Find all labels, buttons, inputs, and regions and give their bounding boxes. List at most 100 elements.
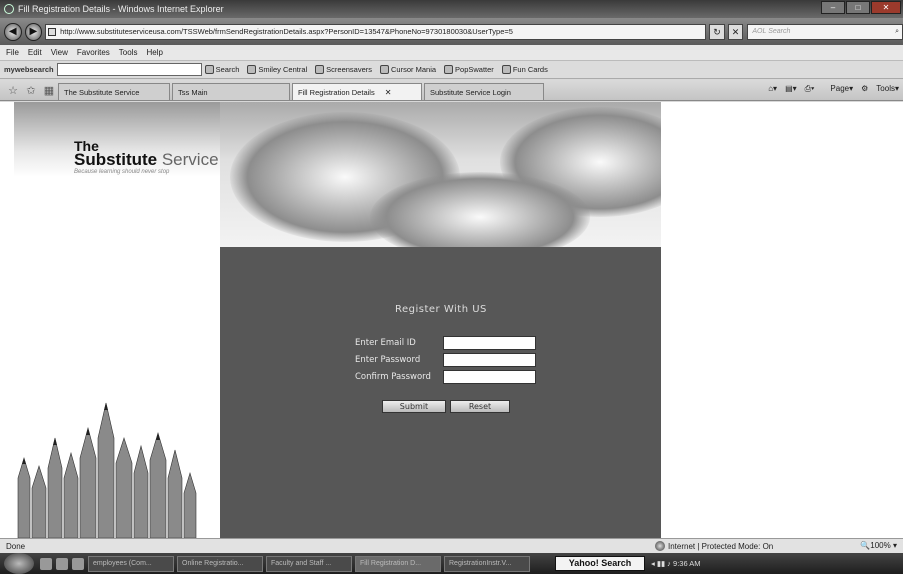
toolbar-fun-cards[interactable]: Fun Cards bbox=[501, 65, 548, 74]
mywebsearch-input[interactable] bbox=[56, 63, 202, 76]
zone-text: Internet | Protected Mode: On bbox=[668, 541, 774, 551]
cursor-icon bbox=[380, 65, 390, 74]
minimize-button[interactable]: – bbox=[821, 1, 845, 14]
start-button[interactable] bbox=[4, 553, 34, 574]
taskbar-item[interactable]: Fill Registration D... bbox=[355, 555, 441, 572]
window-title: Fill Registration Details - Windows Inte… bbox=[18, 4, 224, 14]
reset-button[interactable]: Reset bbox=[450, 400, 510, 413]
toolbar-cursor-mania[interactable]: Cursor Mania bbox=[380, 65, 436, 74]
confirm-password-field[interactable] bbox=[443, 369, 536, 384]
smiley-icon bbox=[247, 65, 257, 74]
screensaver-icon bbox=[315, 65, 325, 74]
back-button[interactable]: ◀ bbox=[4, 22, 22, 41]
tab-substitute-service[interactable]: The Substitute Service bbox=[58, 83, 170, 100]
logo-word-service: Service bbox=[161, 150, 219, 169]
quick-tabs-icon[interactable]: ▦ bbox=[40, 84, 58, 97]
password-field[interactable] bbox=[443, 352, 536, 367]
left-panel: The Substitute Service Because learning … bbox=[14, 102, 220, 538]
add-favorites-icon[interactable]: ✩ bbox=[22, 84, 40, 97]
status-text: Done bbox=[6, 541, 26, 551]
tab-label: Fill Registration Details bbox=[298, 87, 375, 97]
ie-quicklaunch-icon[interactable] bbox=[72, 557, 84, 570]
command-bar: ⌂▾ ▤▾ ⎙▾ Page▾ ⚙ Tools▾ bbox=[760, 84, 899, 94]
close-tab-icon[interactable]: ✕ bbox=[385, 88, 392, 97]
mywebsearch-search-button[interactable]: Search bbox=[204, 65, 240, 74]
menu-file[interactable]: File bbox=[6, 48, 19, 57]
forward-button[interactable]: ▶ bbox=[24, 22, 43, 41]
tab-label: Substitute Service Login bbox=[430, 87, 511, 97]
address-bar: ◀ ▶ http://www.substituteserviceusa.com/… bbox=[0, 18, 903, 45]
logo-word-substitute: Substitute bbox=[74, 150, 158, 169]
logo-title: Substitute Service bbox=[74, 150, 219, 170]
confirm-password-row: Confirm Password bbox=[355, 369, 536, 384]
tab-substitute-service-login[interactable]: Substitute Service Login bbox=[424, 83, 544, 100]
registration-panel: Register With US Enter Email ID Enter Pa… bbox=[220, 247, 661, 538]
refresh-button[interactable]: ↻ bbox=[709, 23, 725, 40]
tab-label: Tss Main bbox=[178, 87, 208, 97]
show-desktop-icon[interactable] bbox=[40, 557, 52, 570]
yahoo-search-box[interactable]: Yahoo! Search bbox=[555, 556, 645, 571]
password-label: Enter Password bbox=[355, 354, 421, 365]
feeds-icon[interactable]: ▤▾ bbox=[785, 84, 797, 94]
aol-search-input[interactable]: AOL Search ⌕ bbox=[747, 23, 903, 40]
status-bar: Done Internet | Protected Mode: On 🔍100%… bbox=[0, 538, 903, 553]
switch-windows-icon[interactable] bbox=[56, 557, 68, 570]
popswatter-icon bbox=[444, 65, 454, 74]
search-icon[interactable]: ⌕ bbox=[895, 25, 899, 39]
card-icon bbox=[501, 65, 511, 74]
security-zone[interactable]: Internet | Protected Mode: On bbox=[655, 541, 773, 551]
toolbar-item-label: Screensavers bbox=[326, 65, 373, 74]
close-button[interactable]: ✕ bbox=[871, 1, 901, 14]
mywebsearch-logo[interactable]: mywebsearch bbox=[4, 65, 54, 74]
mywebsearch-toolbar: mywebsearch Search Smiley Central Screen… bbox=[0, 61, 903, 79]
maximize-button[interactable]: □ bbox=[846, 1, 870, 14]
zoom-control[interactable]: 🔍100% ▾ bbox=[860, 541, 897, 550]
register-heading: Register With US bbox=[395, 304, 487, 315]
sky-banner-image bbox=[220, 102, 661, 247]
print-icon[interactable]: ⎙▾ bbox=[805, 84, 815, 94]
clock[interactable]: 9:36 AM bbox=[673, 559, 701, 568]
window-titlebar: Fill Registration Details - Windows Inte… bbox=[0, 0, 903, 18]
page-content: The Substitute Service Because learning … bbox=[0, 102, 903, 538]
tools-menu[interactable]: ⚙ Tools▾ bbox=[861, 84, 899, 94]
page-menu-label: Page bbox=[830, 84, 850, 93]
menu-help[interactable]: Help bbox=[146, 48, 162, 57]
toolbar-smiley-central[interactable]: Smiley Central bbox=[247, 65, 307, 74]
toolbar-item-label: Cursor Mania bbox=[391, 65, 437, 74]
magnifier-icon bbox=[204, 65, 214, 74]
stop-button[interactable]: ✕ bbox=[727, 23, 744, 40]
email-field[interactable] bbox=[443, 335, 536, 350]
ie-icon bbox=[4, 4, 14, 14]
taskbar-item[interactable]: Online Registratio... bbox=[177, 555, 263, 572]
toolbar-item-label: Fun Cards bbox=[512, 65, 548, 74]
favorites-star-icon[interactable]: ☆ bbox=[4, 84, 22, 97]
toolbar-popswatter[interactable]: PopSwatter bbox=[444, 65, 494, 74]
confirm-password-label: Confirm Password bbox=[355, 371, 431, 382]
url-text: http://www.substituteserviceusa.com/TSSW… bbox=[60, 26, 513, 36]
zoom-level: 100% bbox=[870, 541, 891, 550]
url-field[interactable]: http://www.substituteserviceusa.com/TSSW… bbox=[45, 23, 707, 40]
toolbar-screensavers[interactable]: Screensavers bbox=[315, 65, 372, 74]
menu-view[interactable]: View bbox=[51, 48, 68, 57]
page-icon bbox=[48, 27, 57, 36]
tab-tss-main[interactable]: Tss Main bbox=[172, 83, 290, 100]
password-row: Enter Password bbox=[355, 352, 536, 367]
email-row: Enter Email ID bbox=[355, 335, 536, 350]
toolbar-item-label: Smiley Central bbox=[258, 65, 308, 74]
menu-tools[interactable]: Tools bbox=[119, 48, 138, 57]
pencils-image bbox=[17, 402, 197, 538]
tab-fill-registration-details[interactable]: Fill Registration Details ✕ bbox=[292, 83, 422, 100]
taskbar-item[interactable]: employees (Com... bbox=[88, 555, 174, 572]
submit-button[interactable]: Submit bbox=[382, 400, 446, 413]
logo-tagline: Because learning should never stop bbox=[74, 169, 170, 175]
home-icon[interactable]: ⌂▾ bbox=[768, 84, 777, 94]
search-label: Search bbox=[215, 65, 240, 74]
menu-edit[interactable]: Edit bbox=[28, 48, 42, 57]
taskbar-item[interactable]: Faculty and Staff ... bbox=[266, 555, 352, 572]
taskbar-item[interactable]: RegistrationInstr.V... bbox=[444, 555, 530, 572]
page-menu[interactable]: Page▾ bbox=[822, 84, 853, 94]
tray-icons[interactable]: ◂ ▮▮ ♪ bbox=[651, 559, 671, 568]
menu-favorites[interactable]: Favorites bbox=[77, 48, 110, 57]
aol-search-placeholder: AOL Search bbox=[752, 27, 791, 35]
zoom-icon: 🔍 bbox=[860, 541, 871, 550]
